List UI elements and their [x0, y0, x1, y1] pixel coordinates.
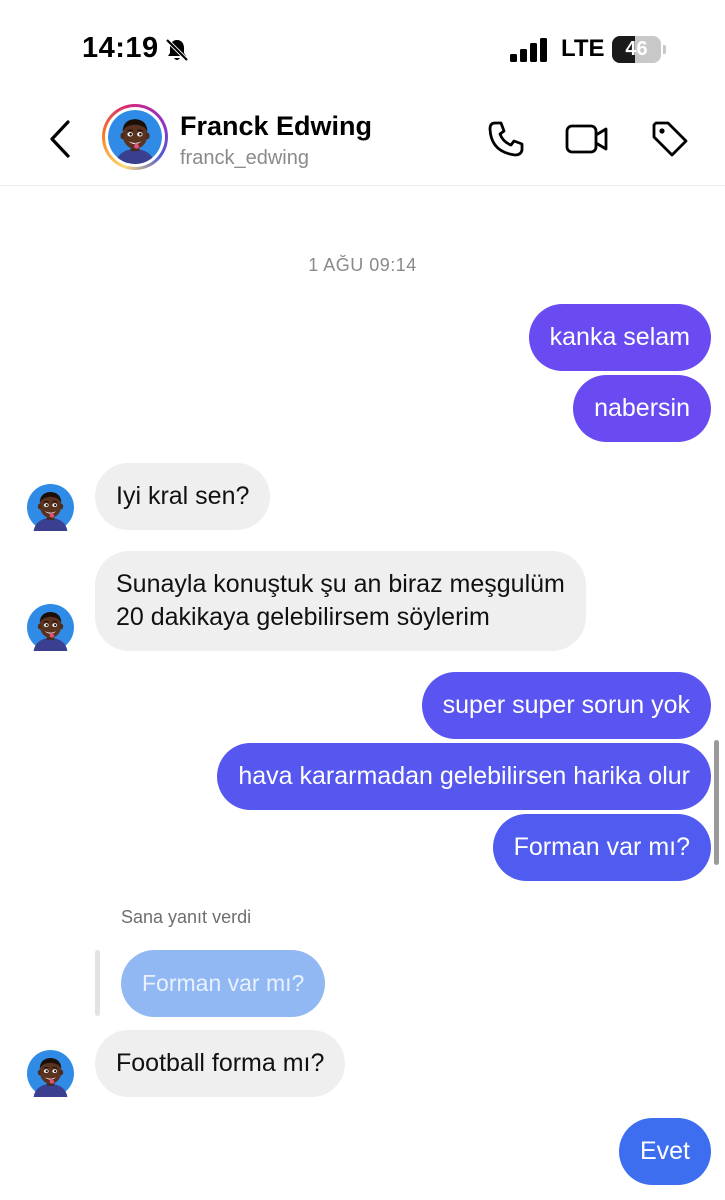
battery-icon: 46 — [612, 36, 666, 63]
avatar — [108, 110, 162, 164]
contact-username[interactable]: franck_edwing — [180, 147, 309, 170]
outgoing-message[interactable]: nabersin — [573, 375, 711, 442]
status-time: 14:19 — [82, 32, 159, 64]
message-line: Sunayla konuştuk şu an biraz meşgulüm — [116, 570, 565, 598]
bell-slash-icon — [165, 38, 189, 62]
tag-button[interactable] — [648, 117, 692, 161]
network-type: LTE — [561, 35, 605, 62]
scrollbar[interactable] — [714, 740, 719, 865]
signal-bars-icon — [510, 38, 547, 62]
outgoing-message[interactable]: Evet — [618, 1118, 711, 1185]
incoming-message[interactable]: Iyi kral sen? — [95, 463, 271, 530]
phone-call-button[interactable] — [484, 117, 528, 161]
reply-label: Sana yanıt verdi — [121, 907, 252, 927]
status-bar: 14:19 LTE 46 — [0, 0, 725, 95]
back-chevron-icon — [50, 120, 70, 158]
outgoing-message[interactable]: Forman var mı? — [492, 814, 711, 881]
contact-name[interactable]: Franck Edwing — [180, 111, 372, 142]
video-call-button[interactable] — [565, 117, 609, 161]
reply-indicator-bar — [95, 950, 100, 1016]
phone-icon — [488, 121, 524, 157]
contact-avatar[interactable] — [102, 104, 168, 170]
quoted-message[interactable]: Forman var mı? — [121, 950, 326, 1017]
video-camera-icon — [565, 124, 608, 154]
outgoing-message[interactable]: hava kararmadan gelebilirsen harika olur — [217, 743, 711, 810]
sender-avatar[interactable] — [27, 1050, 74, 1097]
sender-avatar[interactable] — [27, 604, 74, 651]
incoming-message[interactable]: Sunayla konuştuk şu an biraz meşgulüm 20… — [95, 551, 586, 651]
incoming-message[interactable]: Football forma mı? — [95, 1030, 346, 1097]
outgoing-message[interactable]: super super sorun yok — [421, 672, 711, 739]
message-line: 20 dakikaya gelebilirsem söylerim — [116, 603, 490, 631]
back-button[interactable] — [40, 115, 80, 163]
tag-icon — [652, 121, 688, 157]
battery-percent: 46 — [625, 38, 648, 60]
sender-avatar[interactable] — [27, 484, 74, 531]
outgoing-message[interactable]: kanka selam — [528, 304, 711, 371]
chat-timestamp: 1 AĞU 09:14 — [308, 255, 417, 275]
chat-header: Franck Edwing franck_edwing — [0, 95, 725, 186]
